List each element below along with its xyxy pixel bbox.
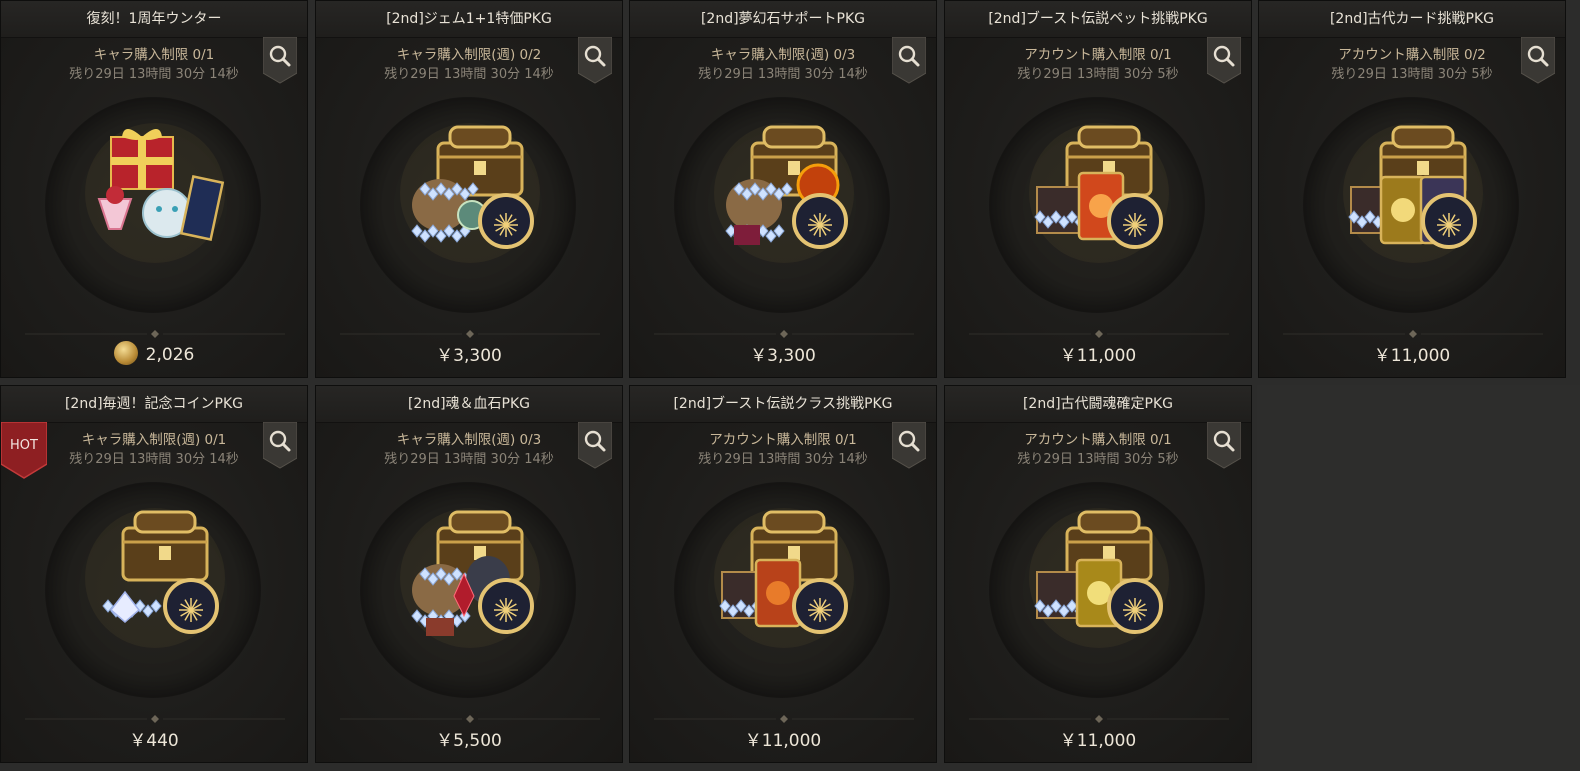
price-button[interactable]: 2,026 <box>1 341 307 365</box>
price-label: ￥3,300 <box>750 346 816 366</box>
search-icon[interactable] <box>891 421 927 470</box>
package-art <box>75 498 235 658</box>
package-title: [2nd]ブースト伝説ペット挑戦PKG <box>945 1 1251 38</box>
package-title: [2nd]魂＆血石PKG <box>316 386 622 423</box>
search-icon[interactable] <box>577 421 613 470</box>
package-art <box>1333 113 1493 273</box>
divider <box>969 708 1229 723</box>
package-card[interactable]: [2nd]ジェム1+1特価PKG キャラ購入制限(週) 0/2 残り29日 13時間… <box>315 0 623 378</box>
purchase-limit: キャラ購入制限(週) 0/2 <box>396 47 542 63</box>
empty-slot <box>1257 385 1580 771</box>
price-button[interactable]: ￥440 <box>1 726 307 751</box>
time-remaining: 残り29日 13時間 30分 5秒 <box>1017 452 1179 467</box>
search-icon[interactable] <box>1206 36 1242 85</box>
package-card[interactable]: [2nd]古代カード挑戦PKG アカウント購入制限 0/2 残り29日 13時間 3… <box>1258 0 1566 378</box>
time-remaining: 残り29日 13時間 30分 14秒 <box>384 452 554 467</box>
price-button[interactable]: ￥3,300 <box>630 341 936 366</box>
price-label: ￥11,000 <box>1373 346 1451 366</box>
package-title: [2nd]毎週！記念コインPKG <box>1 386 307 423</box>
price-button[interactable]: ￥11,000 <box>945 726 1251 751</box>
search-icon[interactable] <box>1520 36 1556 85</box>
package-title: [2nd]古代カード挑戦PKG <box>1259 1 1565 38</box>
price-button[interactable]: ￥11,000 <box>630 726 936 751</box>
price-button[interactable]: ￥5,500 <box>316 726 622 751</box>
package-art <box>75 113 235 273</box>
package-title: 復刻！1周年ウンター <box>1 1 307 38</box>
package-card[interactable]: [2nd]ブースト伝説クラス挑戦PKG アカウント購入制限 0/1 残り29日 13… <box>629 385 937 763</box>
hot-badge: HOT <box>1 421 48 480</box>
hot-label: HOT <box>10 438 38 453</box>
price-label: ￥11,000 <box>1059 346 1137 366</box>
package-art <box>390 113 550 273</box>
divider <box>1283 323 1543 338</box>
purchase-limit: アカウント購入制限 0/1 <box>709 432 857 448</box>
package-art <box>1019 498 1179 658</box>
divider <box>654 323 914 338</box>
package-card[interactable]: [2nd]魂＆血石PKG キャラ購入制限(週) 0/3 残り29日 13時間 30分… <box>315 385 623 763</box>
package-card[interactable]: [2nd]古代闘魂確定PKG アカウント購入制限 0/1 残り29日 13時間 30… <box>944 385 1252 763</box>
search-icon[interactable] <box>891 36 927 85</box>
price-label: ￥5,500 <box>436 731 502 751</box>
package-card[interactable]: [2nd]ブースト伝説ペット挑戦PKG アカウント購入制限 0/1 残り29日 13… <box>944 0 1252 378</box>
package-card[interactable]: [2nd]夢幻石サポートPKG キャラ購入制限(週) 0/3 残り29日 13時間 … <box>629 0 937 378</box>
search-icon[interactable] <box>577 36 613 85</box>
divider <box>654 708 914 723</box>
coin-icon <box>113 341 138 365</box>
divider <box>969 323 1229 338</box>
price-label: ￥11,000 <box>1059 731 1137 751</box>
purchase-limit: キャラ購入制限 0/1 <box>93 47 215 63</box>
purchase-limit: アカウント購入制限 0/1 <box>1024 432 1172 448</box>
price-label: ￥11,000 <box>744 731 822 751</box>
time-remaining: 残り29日 13時間 30分 14秒 <box>69 67 239 82</box>
price-label: ￥3,300 <box>436 346 502 366</box>
price-button[interactable]: ￥11,000 <box>945 341 1251 366</box>
purchase-limit: キャラ購入制限(週) 0/3 <box>396 432 542 448</box>
divider <box>340 323 600 338</box>
search-icon[interactable] <box>262 36 298 85</box>
time-remaining: 残り29日 13時間 30分 5秒 <box>1331 67 1493 82</box>
price-button[interactable]: ￥11,000 <box>1259 341 1565 366</box>
package-art <box>704 498 864 658</box>
purchase-limit: キャラ購入制限(週) 0/3 <box>710 47 856 63</box>
time-remaining: 残り29日 13時間 30分 14秒 <box>698 67 868 82</box>
package-card[interactable]: 復刻！1周年ウンターキャラ購入制限 0/1 残り29日 13時間 30分 14秒 2… <box>0 0 308 378</box>
package-art <box>1019 113 1179 273</box>
time-remaining: 残り29日 13時間 30分 5秒 <box>1017 67 1179 82</box>
price-label: 2,026 <box>145 345 195 365</box>
package-title: [2nd]古代闘魂確定PKG <box>945 386 1251 423</box>
purchase-limit: アカウント購入制限 0/1 <box>1024 47 1172 63</box>
package-card[interactable]: [2nd]毎週！記念コインPKG キャラ購入制限(週) 0/1 残り29日 13時間… <box>0 385 308 763</box>
search-icon[interactable] <box>262 421 298 470</box>
divider <box>25 323 285 338</box>
time-remaining: 残り29日 13時間 30分 14秒 <box>698 452 868 467</box>
package-title: [2nd]ジェム1+1特価PKG <box>316 1 622 38</box>
package-art <box>704 113 864 273</box>
package-title: [2nd]ブースト伝説クラス挑戦PKG <box>630 386 936 423</box>
price-button[interactable]: ￥3,300 <box>316 341 622 366</box>
package-title: [2nd]夢幻石サポートPKG <box>630 1 936 38</box>
divider <box>25 708 285 723</box>
purchase-limit: アカウント購入制限 0/2 <box>1338 47 1486 63</box>
price-label: ￥440 <box>129 731 179 751</box>
package-art <box>390 498 550 658</box>
time-remaining: 残り29日 13時間 30分 14秒 <box>384 67 554 82</box>
divider <box>340 708 600 723</box>
search-icon[interactable] <box>1206 421 1242 470</box>
